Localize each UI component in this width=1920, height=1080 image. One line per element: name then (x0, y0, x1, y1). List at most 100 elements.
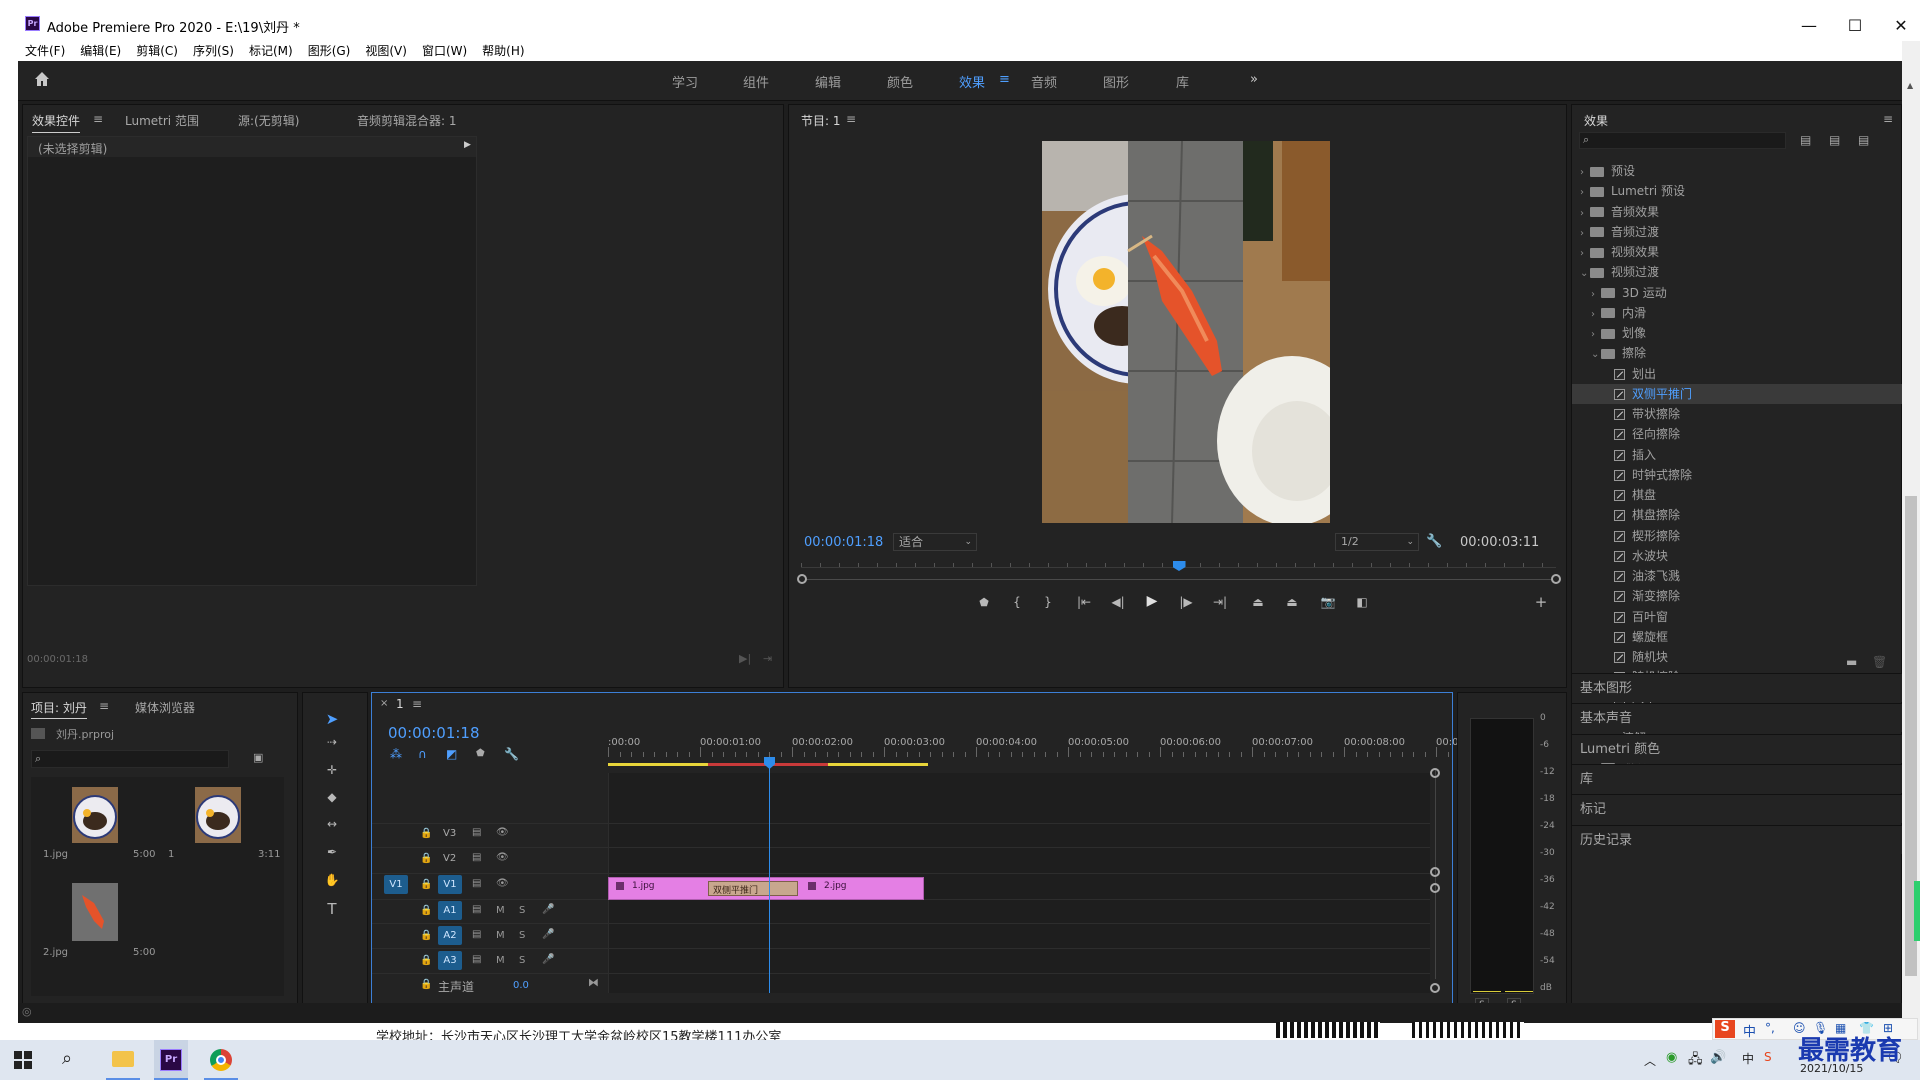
effect-folder[interactable]: › 3D 运动 (1580, 283, 1910, 303)
timeline-timecode[interactable]: 00:00:01:18 (388, 724, 480, 742)
source-patch-v1[interactable]: V1 (384, 875, 408, 894)
slip-tool-icon[interactable]: ↔ (322, 817, 342, 831)
zoom-handle-left[interactable] (797, 574, 807, 584)
chevron-right-icon[interactable]: › (1580, 163, 1590, 183)
collapsed-panel[interactable]: 基本声音 (1572, 703, 1912, 733)
windows-start-icon[interactable] (14, 1051, 32, 1069)
accelerated-effects-icon[interactable]: ▤ (1800, 133, 1811, 147)
mute-button[interactable]: M (496, 930, 505, 941)
effects-menu-icon[interactable]: ≡ (1883, 112, 1893, 126)
lock-track-icon[interactable]: 🔒 (420, 979, 432, 990)
razor-tool-icon[interactable]: ◆ (322, 790, 342, 804)
yuv-effects-icon[interactable]: ▤ (1858, 133, 1869, 147)
sequence-tab[interactable]: 1 (396, 697, 404, 711)
sync-lock-icon[interactable]: ▤ (472, 878, 481, 889)
effect-item[interactable]: 楔形擦除 (1580, 526, 1910, 546)
tray-chevron-up-icon[interactable]: ︿ (1644, 1052, 1656, 1069)
taskbar-chrome[interactable] (204, 1040, 238, 1080)
collapsed-panel[interactable]: 库 (1572, 763, 1912, 793)
effect-item[interactable]: 随机块 (1580, 647, 1910, 667)
home-icon[interactable] (32, 69, 52, 89)
play-only-icon[interactable]: ▶ (464, 140, 471, 150)
sync-lock-icon[interactable]: ▤ (472, 929, 481, 940)
go-to-out-icon[interactable]: ⇥| (1211, 595, 1229, 609)
close-button[interactable]: ✕ (1878, 10, 1920, 41)
track-name[interactable]: A2 (438, 926, 462, 945)
comparison-view-icon[interactable]: ◧ (1353, 595, 1371, 609)
export-icon[interactable]: ⇥ (763, 652, 772, 665)
program-monitor-title[interactable]: 节目: 1 (801, 112, 841, 129)
workspace-assembly[interactable]: 组件 (743, 72, 769, 91)
collapsed-panel[interactable]: 历史记录 (1572, 824, 1912, 854)
scroll-handle-top[interactable] (1430, 768, 1440, 778)
collapsed-panel[interactable]: Lumetri 颜色 (1572, 733, 1912, 763)
timeline-menu-icon[interactable]: ≡ (412, 697, 422, 711)
track-select-tool-icon[interactable]: ⇢ (322, 735, 342, 749)
effect-folder[interactable]: › 划像 (1580, 323, 1910, 343)
project-item[interactable]: 1 3:11 (162, 779, 280, 867)
step-back-icon[interactable]: ◀| (1109, 595, 1127, 609)
menu-edit[interactable]: 编辑(E) (80, 41, 121, 61)
solo-button[interactable]: S (519, 905, 525, 916)
play-icon[interactable]: ▶ (1143, 593, 1161, 609)
zoom-scrollbar[interactable] (801, 579, 1556, 580)
tray-app-icon[interactable]: ◉ (1666, 1050, 1677, 1065)
32bit-effects-icon[interactable]: ▤ (1829, 133, 1840, 147)
tab-media-browser[interactable]: 媒体浏览器 (135, 699, 195, 716)
eye-icon[interactable]: 👁 (496, 827, 509, 838)
network-icon[interactable]: 🖧 (1688, 1050, 1703, 1072)
track-name[interactable]: V1 (438, 875, 462, 894)
ripple-edit-tool-icon[interactable]: ✛ (322, 763, 342, 777)
chevron-right-icon[interactable]: › (1591, 325, 1601, 345)
effects-search-input[interactable]: ⌕ (1579, 132, 1786, 149)
pen-tool-icon[interactable]: ✒ (322, 845, 342, 859)
volume-icon[interactable]: 🔊 (1710, 1050, 1726, 1065)
new-bin-icon[interactable]: ▬ (1846, 655, 1857, 669)
effect-item[interactable]: 双侧平推门 (1572, 383, 1902, 404)
scroll-handle-mid2[interactable] (1430, 883, 1440, 893)
workspace-audio[interactable]: 音频 (1031, 72, 1057, 91)
ime-punctuation-icon[interactable]: °, (1765, 1021, 1775, 1035)
delete-icon[interactable]: 🗑 (1872, 655, 1887, 669)
more-workspaces-icon[interactable]: » (1250, 72, 1258, 87)
project-item[interactable]: 1.jpg 5:00 (37, 779, 155, 867)
workspace-effects[interactable]: 效果 (959, 72, 985, 91)
taskbar-file-explorer[interactable] (106, 1040, 140, 1080)
chevron-down-icon[interactable]: ⌄ (1591, 345, 1601, 365)
workspace-menu-icon[interactable]: ≡ (999, 72, 1010, 87)
effect-item[interactable]: 时钟式擦除 (1580, 465, 1910, 485)
hand-tool-icon[interactable]: ✋ (322, 873, 342, 887)
chevron-right-icon[interactable]: › (1591, 305, 1601, 325)
lock-track-icon[interactable]: 🔒 (420, 905, 432, 916)
menu-window[interactable]: 窗口(W) (422, 41, 467, 61)
effect-folder[interactable]: ⌄ 视频过渡 (1580, 262, 1910, 282)
tab-effect-controls[interactable]: 效果控件 (32, 112, 81, 133)
extract-icon[interactable]: ⏏ (1283, 595, 1301, 609)
window-scrollbar[interactable]: ▲ (1902, 41, 1920, 1040)
lift-icon[interactable]: ⏏ (1249, 595, 1267, 609)
effect-folder[interactable]: › 音频过渡 (1580, 222, 1910, 242)
workspace-editing[interactable]: 编辑 (815, 72, 841, 91)
effect-item[interactable]: 带状擦除 (1580, 404, 1910, 424)
effect-item[interactable]: 棋盘 (1580, 485, 1910, 505)
lock-track-icon[interactable]: 🔒 (420, 828, 432, 839)
scroll-up-icon[interactable]: ▲ (1907, 81, 1913, 90)
effect-item[interactable]: 划出 (1580, 364, 1910, 384)
button-editor-plus-icon[interactable]: + (1532, 593, 1550, 611)
effect-item[interactable]: 螺旋框 (1580, 627, 1910, 647)
chevron-right-icon[interactable]: › (1580, 244, 1590, 264)
menu-graphics[interactable]: 图形(G) (308, 41, 351, 61)
master-expand-icon[interactable]: ⧓ (588, 976, 599, 989)
eye-icon[interactable]: 👁 (496, 852, 509, 863)
sync-lock-icon[interactable]: ▤ (472, 852, 481, 863)
effect-item[interactable]: 百叶窗 (1580, 607, 1910, 627)
track-name[interactable]: A1 (438, 901, 462, 920)
snap-magnet-icon[interactable]: ∩ (418, 747, 427, 761)
microphone-icon[interactable]: 🎤 (542, 929, 554, 940)
ime-tray-icon[interactable]: 中 (1742, 1050, 1754, 1067)
track-name[interactable]: A3 (438, 951, 462, 970)
effect-item[interactable]: 渐变擦除 (1580, 586, 1910, 606)
chevron-right-icon[interactable]: › (1580, 224, 1590, 244)
menu-clip[interactable]: 剪辑(C) (136, 41, 178, 61)
tab-project[interactable]: 项目: 刘丹 (31, 699, 87, 719)
